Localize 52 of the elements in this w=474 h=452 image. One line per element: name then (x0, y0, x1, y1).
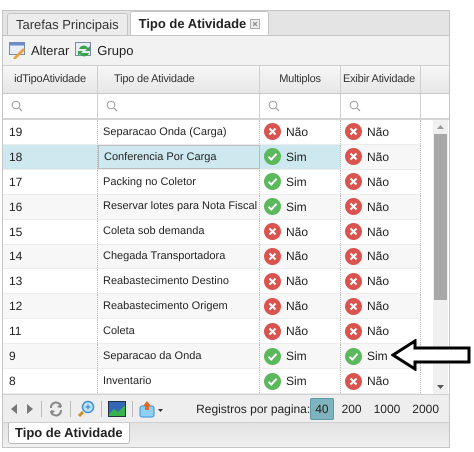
table-cell: Não (341, 194, 421, 219)
table-row[interactable]: 13 Reabastecimento Destino Não Não (3, 269, 421, 294)
page-size-option[interactable]: 2000 (408, 398, 443, 420)
column-header[interactable]: idTipoAtividade (3, 66, 98, 93)
page-size-option[interactable]: 1000 (370, 398, 404, 420)
table-row[interactable]: 19 Separacao Onda (Carga) Não Não (3, 120, 421, 145)
table-row[interactable]: 14 Chegada Transportadora Não Não (3, 244, 421, 270)
tab[interactable]: Tarefas Principais (7, 13, 128, 35)
table-cell: Não (341, 269, 421, 294)
page-size-option[interactable]: 40 (310, 398, 334, 420)
search-icon (11, 100, 23, 112)
previous-icon[interactable] (9, 402, 19, 414)
table-row[interactable]: 11 Coleta Não Não (3, 319, 421, 344)
close-icon[interactable] (250, 18, 260, 28)
next-icon[interactable] (25, 402, 35, 414)
table-cell: Não (341, 170, 421, 194)
search-icon (106, 100, 118, 112)
table-row[interactable]: 12 Reabastecimento Origem Não Não (3, 294, 421, 320)
table-row[interactable]: 9 Separacao da Onda Sim Sim (3, 344, 421, 370)
chart-icon[interactable] (108, 400, 126, 416)
table-row[interactable]: 18 Conferencia Por Carga Sim Não (3, 144, 421, 170)
zoom-icon[interactable] (77, 400, 95, 418)
table-cell: Conferencia Por Carga (98, 144, 260, 169)
table-cell: Não (341, 120, 421, 144)
table-cell: 18 (3, 144, 98, 169)
table-row[interactable]: 16 Reservar lotes para Nota Fiscal Sim Não (3, 194, 421, 220)
table-cell: Sim (260, 144, 341, 169)
table-cell: Não (341, 220, 421, 244)
table-cell: Não (341, 244, 421, 268)
table-cell: Não (341, 319, 421, 344)
tab[interactable]: Tipo de Atividade (130, 11, 270, 35)
search-icon (349, 100, 361, 112)
refresh-icon[interactable] (48, 400, 64, 416)
table-cell: Não (341, 369, 421, 393)
column-header[interactable]: Multiplos (260, 66, 341, 93)
search-icon (268, 100, 280, 112)
column-header[interactable]: Exibir Atividade (341, 66, 421, 93)
table-cell: Não (341, 144, 421, 169)
table-cell: Não (341, 294, 421, 318)
refresh-table-icon (75, 42, 94, 59)
page-size-label: Registros por pagina: (196, 400, 310, 418)
toolbar-button[interactable]: Grupo (75, 40, 134, 60)
column-header[interactable]: Tipo de Atividade (98, 66, 260, 93)
table-row[interactable]: 8 Inventario Sim Não (3, 369, 421, 394)
tab[interactable]: Tipo de Atividade (8, 423, 130, 444)
export-icon[interactable] (139, 400, 165, 418)
edit-icon (9, 42, 27, 59)
page-size-option[interactable]: 200 (338, 398, 366, 420)
scrollbar[interactable] (433, 120, 448, 394)
table-row[interactable]: 15 Coleta sob demanda Não Não (3, 220, 421, 245)
table-row[interactable]: 17 Packing no Coletor Sim Não (3, 170, 421, 195)
toolbar-button[interactable]: Alterar (9, 40, 70, 60)
